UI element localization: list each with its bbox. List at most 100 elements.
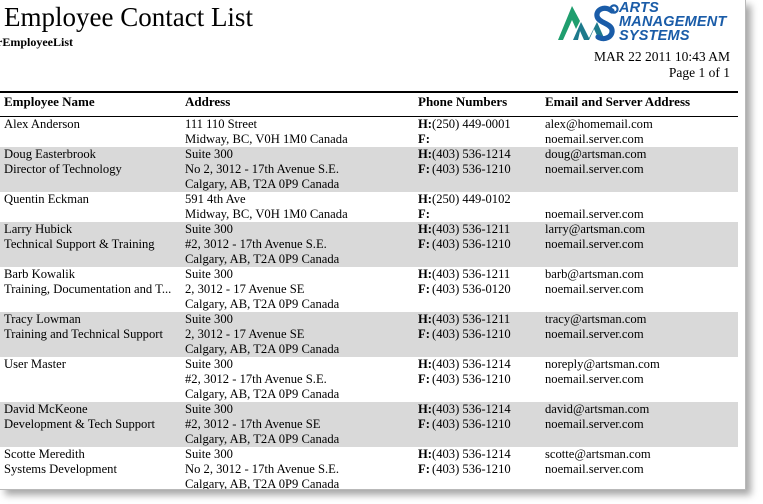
phone-fax-number: (403) 536-1210: [432, 462, 511, 476]
phone-home-number: (403) 536-1211: [432, 312, 511, 326]
cell-email-address: barb@artsman.com: [545, 267, 644, 281]
table-row-line: Alex Anderson 111 110 Street H:(250) 449-0…: [0, 117, 738, 132]
table-row-line: Calgary, AB, T2A 0P9 Canada: [0, 297, 738, 312]
cell-phone-home: H:(403) 536-1211: [418, 267, 538, 282]
table-row-line: Technical Support & Training #2, 3012 - 1…: [0, 237, 738, 252]
cell-address-line: Suite 300: [185, 222, 233, 236]
report-name-label: rEmployeeList: [0, 35, 73, 49]
cell-address-line: Suite 300: [185, 267, 233, 281]
report-timestamp: MAR 22 2011 10:43 AM: [593, 49, 730, 64]
phone-fax-number: (403) 536-1210: [432, 417, 511, 431]
cell-employee-title: Director of Technology: [4, 162, 122, 176]
phone-home-number: (403) 536-1214: [432, 402, 511, 416]
cell-employee-name: Barb Kowalik: [4, 267, 75, 281]
cell-address-line: Calgary, AB, T2A 0P9 Canada: [185, 387, 340, 401]
cell-server-address: noemail.server.com: [545, 282, 644, 296]
cell-address-line: Suite 300: [185, 312, 233, 326]
phone-fax-number: (403) 536-0120: [432, 282, 511, 296]
table-row-line: Barb Kowalik Suite 300 H:(403) 536-1211 bar…: [0, 267, 738, 282]
phone-fax-label: F:: [418, 132, 430, 146]
cell-email-address: larry@artsman.com: [545, 222, 646, 236]
table-row-line: Development & Tech Support #2, 3012 - 17t…: [0, 417, 738, 432]
table-row[interactable]: User Master Suite 300 H:(403) 536-1214 nore…: [0, 357, 738, 402]
logo-wordmark-line-1: ARTS: [619, 0, 660, 16]
cell-server-address: noemail.server.com: [545, 132, 644, 146]
cell-employee-name: Alex Anderson: [4, 117, 80, 131]
table-row[interactable]: Quentin Eckman 591 4th Ave H:(250) 449-010…: [0, 192, 738, 222]
phone-fax-number: (403) 536-1210: [432, 372, 511, 386]
cell-phone-fax: F: (403) 536-1210: [418, 462, 538, 477]
table-row-line: Calgary, AB, T2A 0P9 Canada: [0, 177, 738, 192]
cell-phone-home: H:(250) 449-0001: [418, 117, 538, 132]
cell-server-address: noemail.server.com: [545, 372, 644, 386]
cell-employee-name: Scotte Meredith: [4, 447, 85, 461]
phone-fax-label: F:: [418, 237, 430, 251]
cell-email-address: scotte@artsman.com: [545, 447, 651, 461]
cell-address-line: Calgary, AB, T2A 0P9 Canada: [185, 252, 340, 266]
table-row[interactable]: Alex Anderson 111 110 Street H:(250) 449-0…: [0, 117, 738, 147]
cell-phone-fax: F:: [418, 207, 538, 222]
cell-employee-title: Technical Support & Training: [4, 237, 155, 251]
cell-employee-name: User Master: [4, 357, 66, 371]
phone-home-label: H:: [418, 357, 432, 371]
table-row-line: User Master Suite 300 H:(403) 536-1214 nore…: [0, 357, 738, 372]
logo-wordmark: ARTS MANAGEMENT SYSTEMS: [619, 0, 727, 44]
cell-address-line: 2, 3012 - 17 Avenue SE: [185, 282, 305, 296]
table-row[interactable]: Barb Kowalik Suite 300 H:(403) 536-1211 bar…: [0, 267, 738, 312]
cell-address-line: Suite 300: [185, 147, 233, 161]
cell-server-address: noemail.server.com: [545, 207, 644, 221]
phone-fax-number: (403) 536-1210: [432, 327, 511, 341]
cell-address-line: Midway, BC, V0H 1M0 Canada: [185, 207, 348, 221]
table-row[interactable]: Tracy Lowman Suite 300 H:(403) 536-1211 tra…: [0, 312, 738, 357]
cell-address-line: Suite 300: [185, 357, 233, 371]
phone-home-label: H:: [418, 267, 432, 281]
cell-address-line: Calgary, AB, T2A 0P9 Canada: [185, 297, 340, 311]
table-row-line: #2, 3012 - 17th Avenue S.E. F: (403) 536-1…: [0, 372, 738, 387]
column-header-employee-name: Employee Name: [4, 94, 95, 109]
phone-fax-label: F:: [418, 417, 430, 431]
phone-home-label: H:: [418, 117, 432, 131]
phone-home-label: H:: [418, 312, 432, 326]
page-margin-right: [746, 0, 763, 504]
table-row-line: Calgary, AB, T2A 0P9 Canada: [0, 252, 738, 267]
phone-fax-number: (403) 536-1210: [432, 162, 511, 176]
column-header-address: Address: [185, 94, 231, 109]
table-row-line: Midway, BC, V0H 1M0 Canada F: noemail.serv…: [0, 207, 738, 222]
cell-employee-name: Doug Easterbrook: [4, 147, 96, 161]
table-row-line: Training and Technical Support 2, 3012 - …: [0, 327, 738, 342]
cell-server-address: noemail.server.com: [545, 462, 644, 476]
table-row[interactable]: David McKeone Suite 300 H:(403) 536-1214 da…: [0, 402, 738, 447]
table-row[interactable]: Doug Easterbrook Suite 300 H:(403) 536-121…: [0, 147, 738, 192]
table-row[interactable]: Larry Hubick Suite 300 H:(403) 536-1211 lar…: [0, 222, 738, 267]
arts-management-systems-logo: ARTS MANAGEMENT SYSTEMS: [556, 0, 736, 44]
logo-wordmark-line-3: SYSTEMS: [619, 28, 690, 44]
column-header-phone-numbers: Phone Numbers: [418, 94, 508, 109]
table-header-row: Employee Name Address Phone Numbers Emai…: [0, 94, 738, 115]
cell-server-address: noemail.server.com: [545, 327, 644, 341]
cell-server-address: noemail.server.com: [545, 162, 644, 176]
phone-home-number: (250) 449-0001: [432, 117, 511, 131]
cell-employee-title: Systems Development: [4, 462, 117, 476]
cell-email-address: doug@artsman.com: [545, 147, 647, 161]
table-row[interactable]: Scotte Meredith Suite 300 H:(403) 536-1214…: [0, 447, 738, 489]
table-row-line: Systems Development No 2, 3012 - 17th Ave…: [0, 462, 738, 477]
logo-wordmark-line-2: MANAGEMENT: [619, 14, 727, 30]
cell-phone-fax: F: (403) 536-0120: [418, 282, 538, 297]
table-row-line: Director of Technology No 2, 3012 - 17th …: [0, 162, 738, 177]
cell-employee-name: Tracy Lowman: [4, 312, 81, 326]
cell-employee-name: Larry Hubick: [4, 222, 73, 236]
cell-email-address: david@artsman.com: [545, 402, 650, 416]
cell-employee-title: Training and Technical Support: [4, 327, 163, 341]
phone-home-label: H:: [418, 147, 432, 161]
phone-fax-label: F:: [418, 162, 430, 176]
phone-home-number: (250) 449-0102: [432, 192, 511, 206]
table-row-line: Calgary, AB, T2A 0P9 Canada: [0, 477, 738, 489]
cell-address-line: 591 4th Ave: [185, 192, 246, 206]
phone-home-label: H:: [418, 192, 432, 206]
cell-employee-title: Development & Tech Support: [4, 417, 156, 431]
phone-home-label: H:: [418, 402, 432, 416]
cell-address-line: Midway, BC, V0H 1M0 Canada: [185, 132, 348, 146]
cell-email-address: tracy@artsman.com: [545, 312, 647, 326]
table-row-line: David McKeone Suite 300 H:(403) 536-1214 da…: [0, 402, 738, 417]
cell-server-address: noemail.server.com: [545, 237, 644, 251]
